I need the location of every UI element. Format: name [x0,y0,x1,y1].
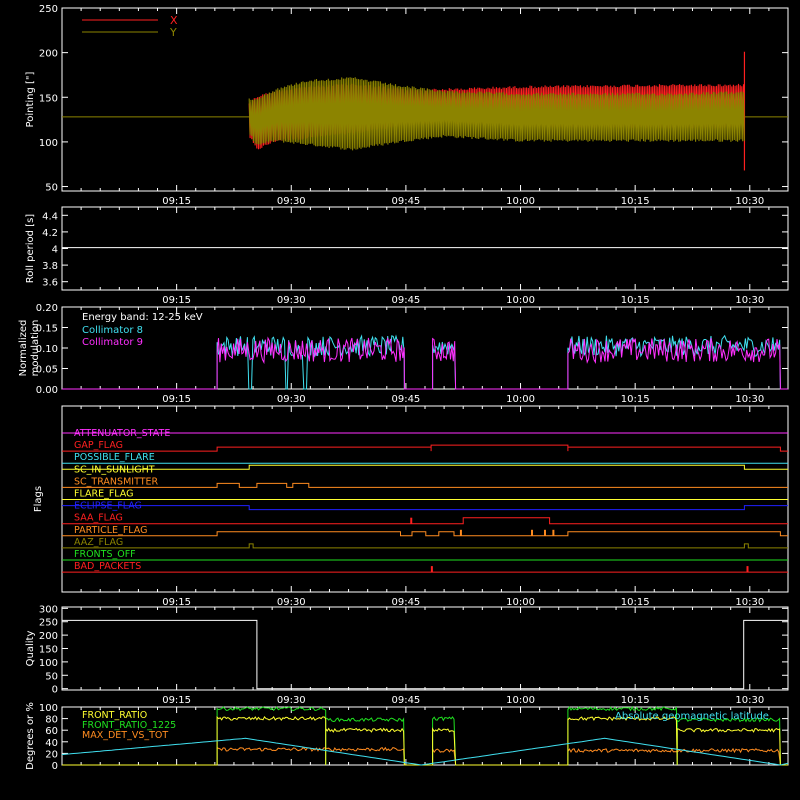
modulation-ytick-label: 0.20 [36,303,58,314]
flag-label-flare-flag: FLARE_FLAG [74,489,134,500]
ratios-ytick-label: 40 [45,738,58,749]
flag-label-bad-packets: BAD_PACKETS [74,561,141,572]
pointing-ytick-label: 100 [39,138,58,149]
roll-ylabel: Roll period [s] [25,214,36,283]
roll-ytick-label: 4.2 [42,228,58,239]
quality-xtick-label: 09:15 [162,695,191,706]
roll-xtick-label: 09:45 [391,295,420,306]
pointing-xtick-label: 10:00 [506,196,535,207]
flag-trace-sc-in-sunlight [62,464,788,470]
flag-trace-particle-flag [62,531,788,537]
pointing-xtick-label: 09:15 [162,196,191,207]
pointing-ytick-label: 200 [39,49,58,60]
flag-label-saa-flag: SAA_FLAG [74,513,123,524]
ratios-ylabel: Degrees or % [25,702,36,770]
modulation-xtick-label: 09:30 [277,394,306,405]
roll-xtick-label: 09:30 [277,295,306,306]
quality-frame [61,606,789,691]
flags-xtick-label: 10:30 [735,597,764,608]
quality-line [62,619,788,690]
pointing-xtick-label: 09:30 [277,196,306,207]
quality-ytick-label: 250 [39,618,58,629]
flag-trace-saa-flag [62,517,788,525]
ratios-ytick-label: 100 [39,703,58,714]
quality-ytick-label: 200 [39,631,58,642]
modulation-ytick-label: 0.00 [36,385,58,396]
quality-ytick-label: 100 [39,658,58,669]
modulation-xtick-label: 10:15 [621,394,650,405]
flags-xtick-label: 10:15 [621,597,650,608]
rhessi-quicklook-chart: 09:1509:3009:4510:0010:1510:3010:4550100… [18,4,789,772]
flag-trace-sc-transmitter [62,482,788,488]
flag-label-particle-flag: PARTICLE_FLAG [74,525,147,536]
quality-xtick-label: 09:45 [391,695,420,706]
ratios-ytick-label: 20 [45,749,58,760]
flag-label-aaz-flag: AAZ_FLAG [74,537,123,548]
quality-ylabel: Quality [25,631,36,667]
quality-xtick-label: 10:00 [506,695,535,706]
flags-xtick-label: 09:45 [391,597,420,608]
ratios-ytick-label: 80 [45,715,58,726]
flag-trace-gap-flag [62,444,788,452]
flags-ylabel: Flags [33,486,44,512]
modulation-ylabel: Normalized [18,320,29,377]
flag-label-sc-transmitter: SC_TRANSMITTER [74,476,159,487]
flag-trace-aaz-flag [62,543,788,549]
modulation-xtick-label: 09:15 [162,394,191,405]
pointing-xtick-label: 09:45 [391,196,420,207]
quality-xtick-label: 09:30 [277,695,306,706]
roll-xtick-label: 10:30 [735,295,764,306]
flags-xtick-label: 09:30 [277,597,306,608]
quality-xtick-label: 10:30 [735,695,764,706]
modulation-annotation: Energy band: 12-25 keV [82,312,203,323]
flag-label-fronts-off: FRONTS_OFF [74,549,136,560]
flag-label-gap-flag: GAP_FLAG [74,440,123,451]
ratios-ytick-label: 0 [52,761,58,772]
roll-xtick-label: 10:15 [621,295,650,306]
quality-ytick-label: 0 [52,685,58,696]
roll-ytick-label: 3.6 [42,278,58,289]
flag-trace-eclipse-flag [62,505,788,511]
ratio-legend-max-det-vs-tot: MAX_DET_VS_TOT [82,730,168,741]
modulation-ylabel: modulation [30,320,41,377]
flag-label-possible-flare: POSSIBLE_FLARE [74,452,155,463]
geomagnetic-latitude-curve [61,737,789,766]
roll-xtick-label: 09:15 [162,295,191,306]
pointing-xtick-label: 10:30 [735,196,764,207]
modulation-xtick-label: 10:30 [735,394,764,405]
pointing-ytick-label: 150 [39,93,58,104]
modulation-series-collimator-8 [62,334,788,390]
pointing-legend-label: Y [169,26,177,39]
pointing-ytick-label: 50 [45,183,58,194]
roll-frame [61,206,789,291]
flags-xtick-label: 09:15 [162,597,191,608]
pointing-ylabel: Pointing ["] [25,71,36,127]
quality-xtick-label: 10:15 [621,695,650,706]
modulation-xtick-label: 10:00 [506,394,535,405]
quality-ytick-label: 50 [45,671,58,682]
roll-xtick-label: 10:00 [506,295,535,306]
quality-ytick-label: 300 [39,604,58,615]
quality-ytick-label: 150 [39,645,58,656]
roll-ytick-label: 4 [52,245,58,256]
modulation-legend-label: Collimator 8 [82,325,143,336]
modulation-xtick-label: 09:45 [391,394,420,405]
pointing-ytick-label: 250 [39,4,58,15]
ratios-ytick-label: 60 [45,726,58,737]
roll-ytick-label: 4.4 [42,211,58,222]
roll-ytick-label: 3.8 [42,261,58,272]
modulation-series-collimator-9 [62,336,788,390]
pointing-xtick-label: 10:15 [621,196,650,207]
modulation-legend-label: Collimator 9 [82,337,143,348]
ratio-legend-geomagnetic: Absolute geomagnetic latitude [615,711,769,722]
flags-xtick-label: 10:00 [506,597,535,608]
